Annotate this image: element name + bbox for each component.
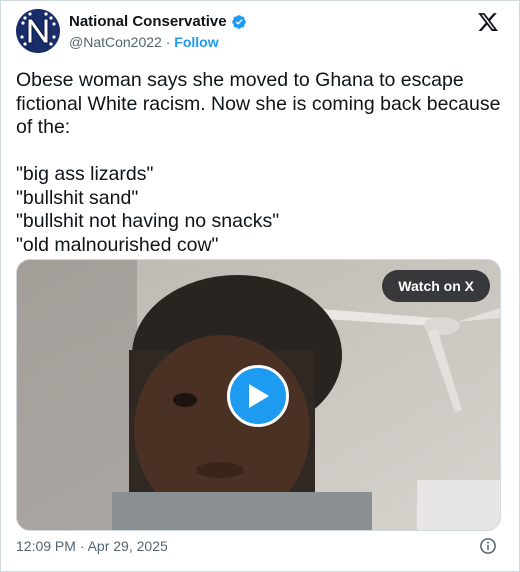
embedded-post-card: National Conservative @NatCon2022 · Foll… [0, 0, 520, 572]
author-name-row[interactable]: National Conservative [69, 13, 247, 30]
x-logo-icon[interactable] [477, 11, 499, 33]
avatar[interactable] [16, 9, 60, 53]
verified-badge-icon [231, 14, 246, 29]
author-name[interactable]: National Conservative [69, 13, 227, 30]
play-icon [249, 384, 269, 408]
follow-button[interactable]: Follow [174, 34, 218, 50]
info-icon[interactable] [479, 537, 497, 555]
author-handle-row: @NatCon2022 · Follow [69, 34, 219, 50]
natcon-logo-icon [16, 9, 60, 53]
post-timestamp[interactable]: 12:09 PM · Apr 29, 2025 [16, 538, 168, 554]
handle-separator: · [161, 34, 175, 50]
watch-on-x-button[interactable]: Watch on X [382, 270, 490, 302]
play-button[interactable] [227, 365, 289, 427]
video-player[interactable]: Watch on X [16, 259, 501, 531]
post-text: Obese woman says she moved to Ghana to e… [16, 69, 501, 256]
author-handle[interactable]: @NatCon2022 [69, 34, 162, 50]
